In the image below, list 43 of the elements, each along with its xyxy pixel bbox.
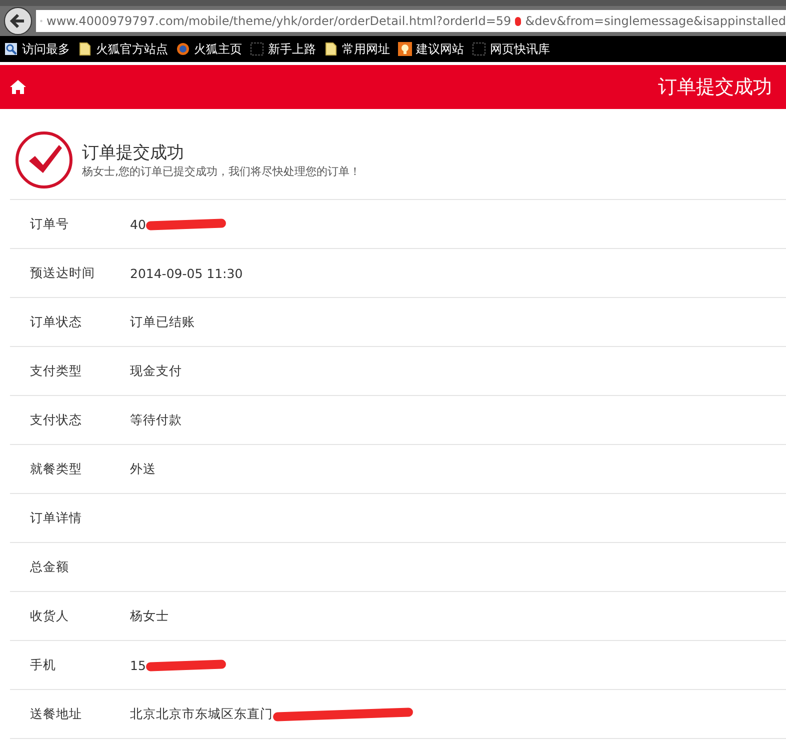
field-label: 支付类型 [30,362,83,380]
bookmark-link[interactable]: 建议网站 [398,40,464,58]
field-value: 北京北京市东城区东直门 [130,706,273,722]
field-label: 订单号 [30,216,70,232]
blank-page-icon [472,42,486,56]
bookmark-link[interactable]: 网页快讯库 [472,40,550,58]
check-icon [14,130,74,190]
field-label: 就餐类型 [30,460,83,478]
bookmark-link[interactable]: 常用网址 [324,40,390,58]
header-title: 订单提交成功 [658,75,772,100]
bookmark-link[interactable]: 火狐官方站点 [78,40,168,58]
field-value: 外送 [130,460,156,478]
field-value: 等待付款 [130,412,182,428]
bookmark-link[interactable]: 访问最多 [4,40,70,58]
field-value: 2014-09-05 11:30 [130,266,243,280]
page-icon [324,42,338,56]
blank-page-icon [250,42,264,56]
redaction-mark [515,16,522,26]
field-value: 15 [130,658,146,672]
field-label: 送餐地址 [30,706,83,722]
bookmark-link[interactable]: 新手上路 [250,40,316,58]
home-icon[interactable] [10,79,26,95]
page-icon [78,42,92,56]
field-label: 收货人 [30,608,70,624]
url-text: www.4000979797.com/mobile/theme/yhk/order/orderDetail.html?orderId=59 [46,14,512,28]
magnifier-icon [4,42,18,56]
field-value: 40 [130,216,146,232]
address-bar[interactable]: www.4000979797.com/mobile/theme/yhk/order/orderDetail.html?orderId=59 &dev&from=singlemessage&isappinstalled [36,10,786,32]
back-button[interactable] [4,7,32,35]
bookmark-link[interactable]: 火狐主页 [176,40,242,58]
lightbulb-icon [398,42,412,56]
field-label: 订单详情 [30,510,83,526]
confirmation-title: 订单提交成功 [82,142,185,164]
field-value: 杨女士 [130,608,169,624]
field-value: 现金支付 [130,362,182,380]
field-label: 订单状态 [30,314,83,330]
field-label: 总金额 [30,558,70,576]
url-text: &dev&from=singlemessage&isappinstalled [525,14,786,28]
confirmation-message: 杨女士,您的订单已提交成功，我们将尽快处理您的订单！ [82,164,360,179]
field-label: 支付状态 [30,412,83,428]
field-label: 手机 [30,656,57,674]
field-value: 订单已结账 [130,314,195,330]
field-label: 预送达时间 [30,264,96,282]
